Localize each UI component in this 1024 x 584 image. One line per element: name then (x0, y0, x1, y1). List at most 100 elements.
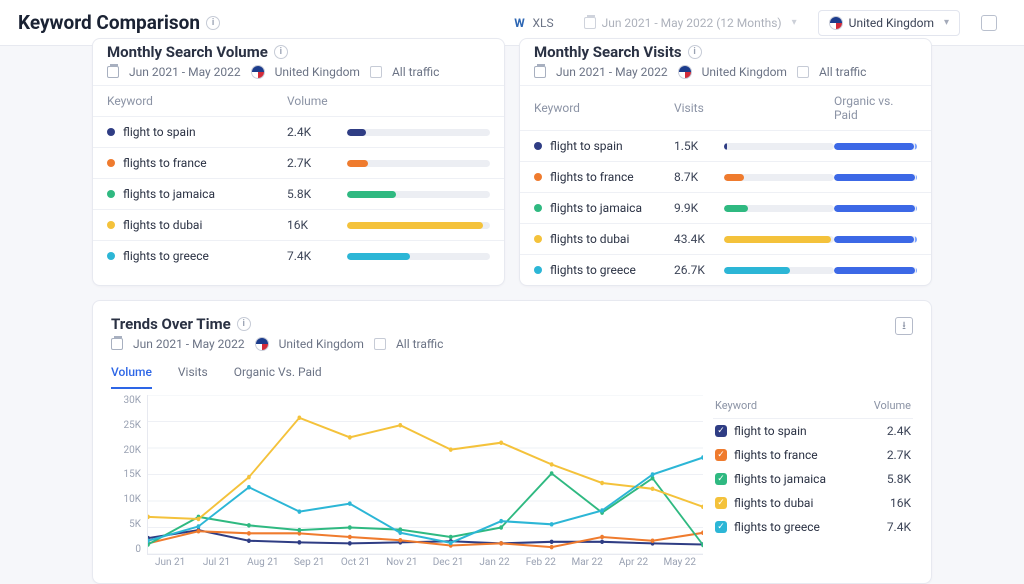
x-tick: May 22 (657, 557, 703, 575)
country-selector[interactable]: United Kingdom ▾ (818, 10, 960, 36)
col-visits: Visits (674, 101, 724, 115)
chart-point (348, 541, 352, 545)
chart-point (348, 435, 352, 439)
table-row[interactable]: flights to france2.7K (93, 147, 504, 178)
keyword-text: flights to dubai (123, 218, 202, 232)
table-row[interactable]: flights to dubai43.4K (520, 223, 931, 254)
panel-header: Monthly Search Visits i Jun 2021 - May 2… (520, 39, 931, 85)
y-axis: 30K25K20K15K10K5K0 (111, 395, 145, 555)
tab-volume[interactable]: Volume (111, 365, 152, 389)
chart-point (449, 541, 453, 545)
series-dot (107, 128, 115, 136)
legend-row[interactable]: ✓flights to france2.7K (713, 443, 913, 467)
chart-point (550, 540, 554, 544)
calendar-icon (107, 66, 119, 78)
chart-point (298, 528, 302, 532)
legend-row[interactable]: ✓ flights to dubai 16K (713, 491, 913, 515)
keyword-text: flights to greece (123, 249, 209, 263)
chart-point (499, 440, 503, 444)
series-dot (107, 190, 115, 198)
table-row[interactable]: flights to greece26.7K (520, 254, 931, 285)
keyword-text: flight to spain (550, 139, 623, 153)
calendar-icon (534, 66, 546, 78)
visits-value: 8.7K (674, 170, 724, 184)
keyword-cell: flights to greece (534, 263, 674, 277)
settings-button[interactable] (972, 10, 1006, 36)
legend-checkbox[interactable]: ✓ (715, 521, 727, 533)
info-icon[interactable]: i (206, 16, 220, 30)
x-tick: Jan 22 (471, 557, 517, 575)
volume-bar (347, 160, 490, 167)
chart-point (449, 447, 453, 451)
legend-row[interactable]: ✓flights to jamaica5.8K (713, 467, 913, 491)
x-tick: Dec 21 (425, 557, 471, 575)
table-row[interactable]: flight to spain2.4K (93, 116, 504, 147)
table-row[interactable]: flights to dubai16K (93, 209, 504, 240)
legend-checkbox[interactable]: ✓ (715, 425, 727, 437)
chevron-down-icon: ▾ (944, 17, 949, 28)
country-label: United Kingdom (849, 16, 934, 30)
table-row[interactable]: flights to jamaica9.9K (520, 192, 931, 223)
tab-visits[interactable]: Visits (178, 365, 208, 389)
table-row[interactable]: flights to greece 7.4K (93, 240, 504, 271)
chart-point (398, 538, 402, 542)
visits-value: 43.4K (674, 232, 724, 246)
export-xls-button[interactable]: W XLS (503, 11, 562, 35)
organic-vs-paid-bar (834, 174, 917, 181)
download-button[interactable]: ⭳ (895, 317, 913, 335)
keyword-cell: flights to dubai (534, 232, 674, 246)
chart-point (197, 517, 201, 521)
col-organic-vs-paid: Organic vs. Paid (834, 94, 917, 122)
volume-value: 7.4K (287, 249, 347, 263)
legend-label: flights to greece (734, 520, 820, 534)
table-header: Keyword Volume (93, 85, 504, 116)
table-row[interactable]: flight to spain1.5K (520, 130, 931, 161)
chevron-down-icon: ▾ (792, 17, 797, 28)
legend-value: 16K (890, 496, 911, 510)
volume-bar (347, 253, 490, 260)
legend-checkbox[interactable]: ✓ (715, 449, 727, 461)
panel-title: Monthly Search Volume i (107, 43, 490, 61)
date-range-button[interactable]: Jun 2021 - May 2022 (12 Months) ▾ (575, 11, 806, 35)
chart-point (197, 524, 201, 528)
legend-label: flights to dubai (734, 496, 813, 510)
legend-checkbox[interactable]: ✓ (715, 497, 727, 509)
traffic-icon (370, 66, 382, 78)
legend-value: 2.4K (887, 424, 911, 438)
series-dot (534, 266, 542, 274)
chart-point (348, 501, 352, 505)
chart-point (348, 525, 352, 529)
y-tick: 0 (111, 544, 141, 555)
x-axis: Jun 21Jul 21Aug 21Sep 21Oct 21Nov 21Dec … (147, 557, 703, 575)
chart-point (247, 475, 251, 479)
table-row[interactable]: flights to france8.7K (520, 161, 931, 192)
chart-point (499, 525, 503, 529)
x-tick: Nov 21 (379, 557, 425, 575)
chart-point (148, 515, 150, 519)
chart-point (600, 481, 604, 485)
legend-checkbox[interactable]: ✓ (715, 473, 727, 485)
tab-organic-vs-paid[interactable]: Organic Vs. Paid (234, 365, 322, 389)
info-icon[interactable]: i (688, 45, 702, 59)
volume-value: 2.7K (287, 156, 347, 170)
y-tick: 10K (111, 494, 141, 505)
legend-row[interactable]: ✓flight to spain2.4K (713, 419, 913, 443)
col-keyword: Keyword (534, 101, 674, 115)
visits-value: 26.7K (674, 263, 724, 277)
table-row[interactable]: flights to jamaica5.8K (93, 178, 504, 209)
page-title-text: Keyword Comparison (18, 11, 200, 34)
keyword-cell: flights to jamaica (107, 187, 287, 201)
info-icon[interactable]: i (274, 45, 288, 59)
monthly-search-visits-panel: Monthly Search Visits i Jun 2021 - May 2… (519, 38, 932, 286)
export-xls-label: XLS (532, 16, 553, 30)
col-keyword: Keyword (107, 94, 287, 108)
info-icon[interactable]: i (237, 317, 251, 331)
panel-traffic: All traffic (819, 65, 866, 79)
legend-row[interactable]: ✓flights to greece7.4K (713, 515, 913, 539)
gear-icon (981, 15, 997, 31)
x-tick: Jun 21 (147, 557, 193, 575)
chart-point (398, 423, 402, 427)
keyword-cell: flights to france (534, 170, 674, 184)
chart-point (499, 519, 503, 523)
flag-uk-icon (255, 337, 269, 351)
